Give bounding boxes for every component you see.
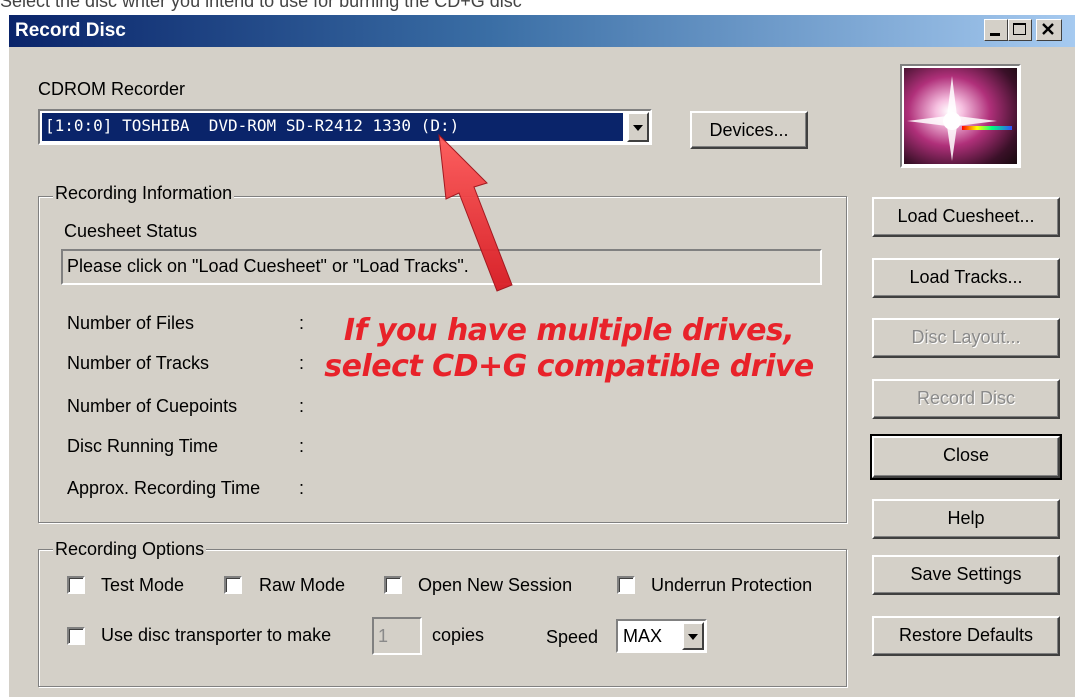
top-caption-strip: Select the disc writer you intend to use…: [0, 0, 1075, 14]
annotation-line-2: select CD+G compatible drive: [324, 349, 814, 384]
top-caption-text: Select the disc writer you intend to use…: [0, 0, 522, 11]
record-disc-window: Record Disc CDROM Recorder [1:0:0] TOSHI…: [8, 14, 1075, 697]
annotation-callout: If you have multiple drives, select CD+G…: [309, 313, 829, 385]
annotation-line-1: If you have multiple drives,: [343, 313, 795, 348]
